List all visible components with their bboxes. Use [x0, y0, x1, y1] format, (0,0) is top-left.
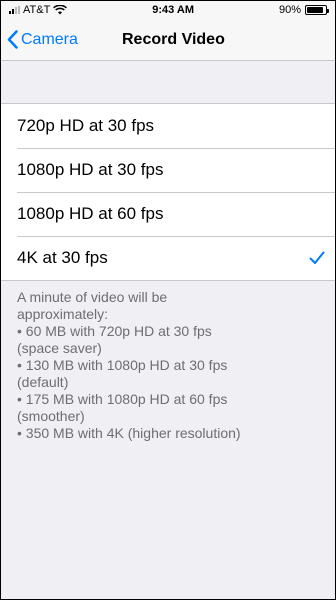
battery-icon [304, 5, 329, 15]
checkmark-icon [309, 251, 325, 264]
footnote-line: • 130 MB with 1080p HD at 30 fps [17, 357, 228, 373]
wifi-icon [53, 5, 68, 15]
option-4k-30fps[interactable]: 4K at 30 fps [1, 236, 335, 280]
chevron-left-icon [7, 30, 18, 49]
battery-fill [306, 7, 324, 13]
option-label: 1080p HD at 60 fps [17, 204, 164, 223]
status-time: 9:43 AM [152, 4, 195, 16]
footnote-line: (default) [17, 374, 69, 390]
footnote-line: (smoother) [17, 408, 85, 424]
size-footnote: A minute of video will be approximately:… [1, 281, 335, 442]
cellular-signal-icon [9, 6, 20, 14]
carrier-label: AT&T [23, 4, 51, 16]
footnote-line: (space saver) [17, 340, 102, 356]
back-button[interactable]: Camera [7, 19, 78, 60]
option-1080p-60fps[interactable]: 1080p HD at 60 fps [1, 192, 335, 236]
settings-screen: AT&T 9:43 AM 90% Camera Record Video 720… [0, 0, 336, 600]
option-label: 1080p HD at 30 fps [17, 160, 164, 179]
footnote-line: approximately: [17, 306, 109, 322]
video-format-list: 720p HD at 30 fps 1080p HD at 30 fps 108… [1, 103, 335, 281]
status-bar: AT&T 9:43 AM 90% [1, 1, 335, 19]
footnote-line: A minute of video will be [17, 289, 168, 305]
option-label: 4K at 30 fps [17, 248, 108, 267]
footnote-line: • 175 MB with 1080p HD at 60 fps [17, 391, 228, 407]
footnote-line: • 60 MB with 720p HD at 30 fps [17, 323, 212, 339]
navigation-bar: Camera Record Video [1, 19, 335, 61]
status-right: 90% [278, 4, 329, 16]
battery-percent: 90% [278, 4, 301, 16]
footnote-line: • 350 MB with 4K (higher resolution) [17, 425, 241, 441]
option-1080p-30fps[interactable]: 1080p HD at 30 fps [1, 148, 335, 192]
back-button-label: Camera [21, 30, 78, 48]
battery-cap [326, 9, 329, 13]
page-title: Record Video [122, 30, 225, 48]
option-720p-30fps[interactable]: 720p HD at 30 fps [1, 104, 335, 148]
status-left: AT&T [9, 4, 68, 16]
option-label: 720p HD at 30 fps [17, 116, 155, 135]
